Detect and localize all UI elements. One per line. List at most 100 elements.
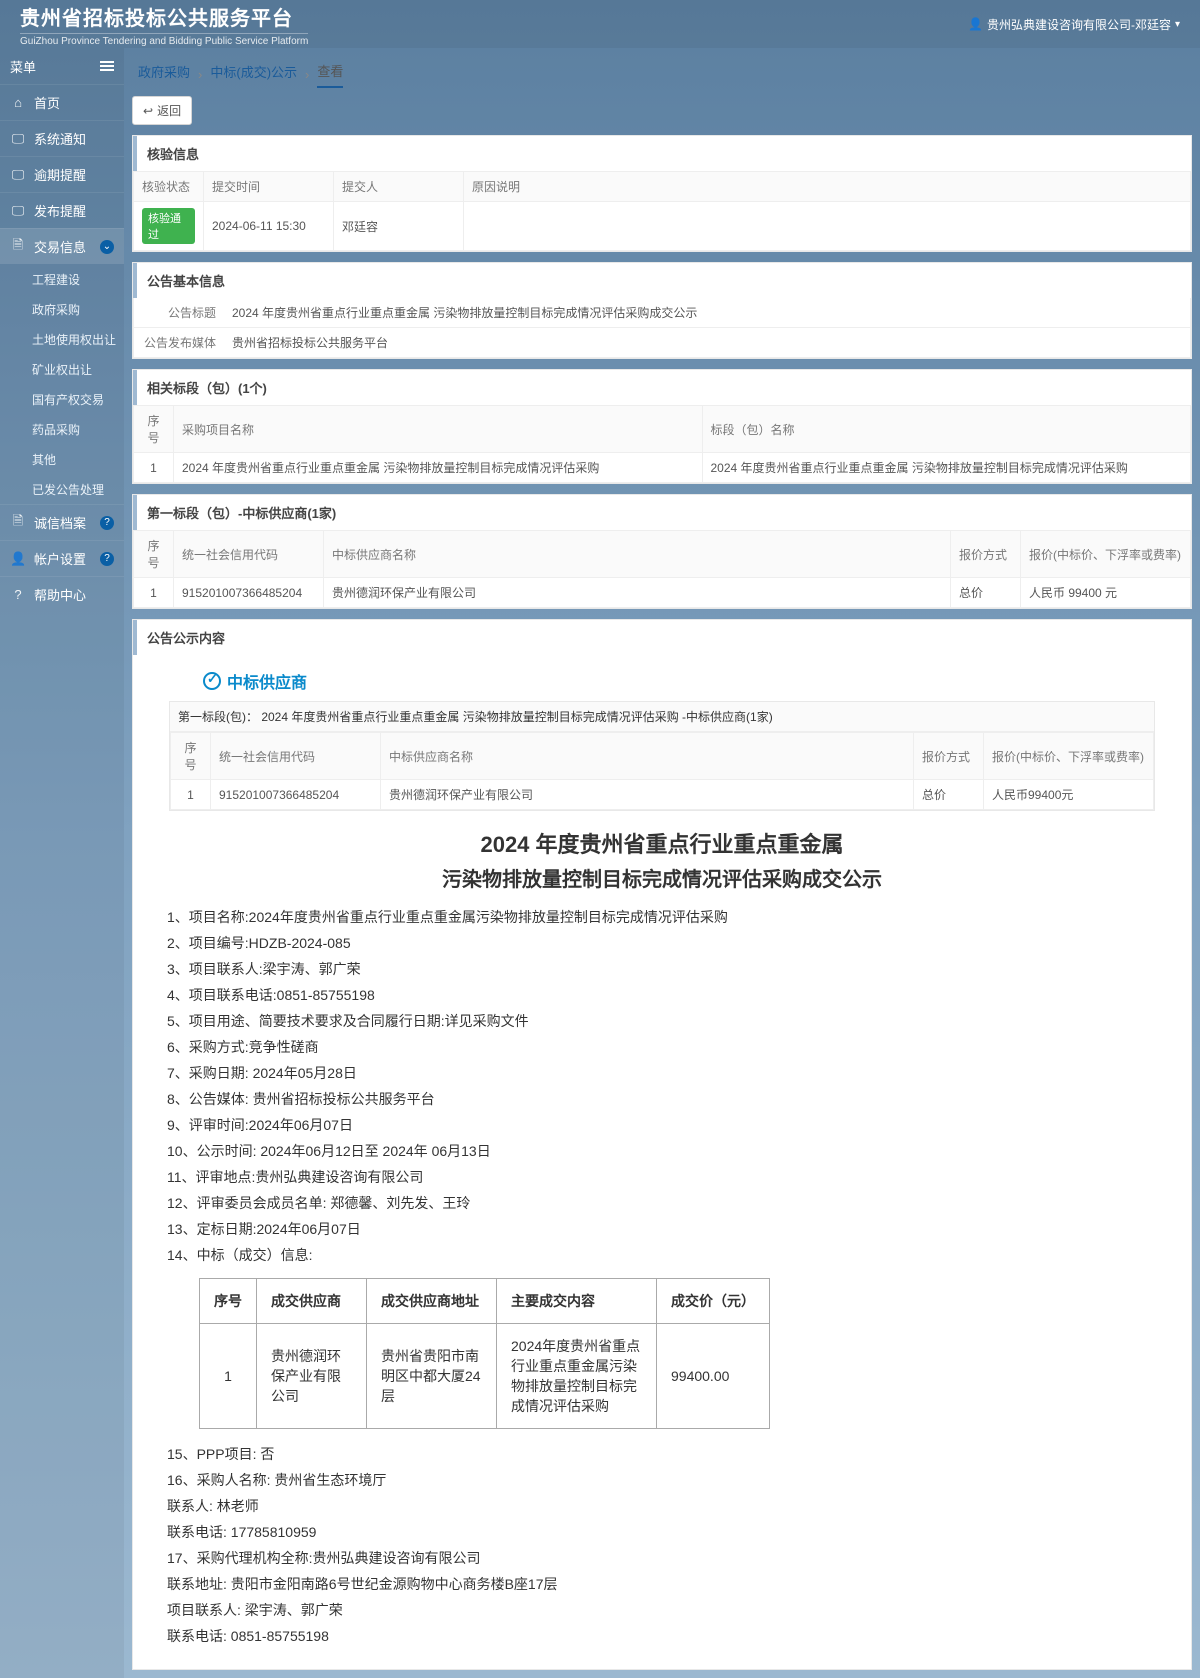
document-title: 2024 年度贵州省重点行业重点重金属 污染物排放量控制目标完成情况评估采购成交… [163,827,1161,892]
back-button[interactable]: ↩ 返回 [132,96,192,125]
supplier-table: 序号 统一社会信用代码 中标供应商名称 报价方式 报价(中标价、下浮率或费率) … [133,530,1191,608]
badge-icon: ? [100,516,114,530]
table-row: 1 2024 年度贵州省重点行业重点重金属 污染物排放量控制目标完成情况评估采购… [134,453,1191,483]
nav-label: 系统通知 [34,129,86,148]
th: 报价(中标价、下浮率或费率) [984,733,1154,780]
sub-mining[interactable]: 矿业权出让 [0,354,124,384]
th: 采购项目名称 [174,406,703,453]
doc-line: 联系地址: 贵阳市金阳南路6号世纪金源购物中心商务楼B座17层 [167,1571,1157,1597]
doc-line: 项目联系人: 梁宇涛、郭广荣 [167,1597,1157,1623]
doc-line: 12、评审委员会成员名单: 郑德馨、刘先发、王玲 [167,1190,1157,1216]
supplier-tag: 中标供应商 [203,669,1161,693]
th: 统一社会信用代码 [174,531,324,578]
doc-line: 6、采购方式:竞争性磋商 [167,1034,1157,1060]
th: 标段（包）名称 [702,406,1191,453]
doc-line: 1、项目名称:2024年度贵州省重点行业重点重金属污染物排放量控制目标完成情况评… [167,904,1157,930]
doc-line: 联系人: 林老师 [167,1493,1157,1519]
deal-table: 序号 成交供应商 成交供应商地址 主要成交内容 成交价（元） 1 贵州德润环保产… [199,1278,770,1429]
user-icon: 👤 [10,551,26,567]
monitor-icon: 🖵 [10,203,26,219]
td: 总价 [914,780,984,810]
th: 统一社会信用代码 [211,733,381,780]
verify-panel: 核验信息 核验状态 提交时间 提交人 原因说明 核验通过 2024-06-11 … [132,135,1192,252]
nav-label: 帐户设置 [34,549,86,568]
nav-label: 发布提醒 [34,201,86,220]
td: 贵州德润环保产业有限公司 [381,780,914,810]
status-badge: 核验通过 [142,208,195,244]
breadcrumb: 政府采购› 中标(成交)公示› 查看 [132,56,1192,92]
brand-title: 贵州省招标投标公共服务平台 [20,2,308,31]
th: 核验状态 [134,172,204,202]
th: 提交人 [334,172,464,202]
td: 总价 [951,578,1021,608]
nav-label: 诚信档案 [34,513,86,532]
inner-head: 第一标段(包)： 2024 年度贵州省重点行业重点重金属 污染物排放量控制目标完… [170,702,1154,732]
expand-dot-icon: ⌄ [100,240,114,254]
td: 贵州德润环保产业有限公司 [324,578,951,608]
user-menu[interactable]: 👤 贵州弘典建设咨询有限公司-邓廷容 ▾ [968,16,1180,33]
td: 贵州省贵阳市南明区中都大厦24层 [367,1324,497,1429]
panel-title: 相关标段（包）(1个) [133,370,1191,405]
panel-title: 公告公示内容 [133,620,1191,655]
lot-panel: 相关标段（包）(1个) 序号 采购项目名称 标段（包）名称 1 2024 年度贵… [132,369,1192,484]
th: 报价方式 [951,531,1021,578]
nav-account[interactable]: 👤帐户设置? [0,540,124,576]
th: 报价(中标价、下浮率或费率) [1021,531,1191,578]
back-label: 返回 [157,102,181,119]
help-icon: ? [10,587,26,602]
td: 1 [171,780,211,810]
sub-engineering[interactable]: 工程建设 [0,264,124,294]
th: 报价方式 [914,733,984,780]
nav-overdue[interactable]: 🖵逾期提醒 [0,156,124,192]
nav-notice[interactable]: 🖵系统通知 [0,120,124,156]
user-icon: 👤 [968,17,983,31]
doc-line: 联系电话: 0851-85755198 [167,1623,1157,1649]
back-icon: ↩ [143,104,153,118]
sidebar-header: 菜单 [0,48,124,84]
document-icon: 🗎 [10,512,26,534]
panel-title: 核验信息 [133,136,1191,171]
sub-land[interactable]: 土地使用权出让 [0,324,124,354]
td: 2024 年度贵州省重点行业重点重金属 污染物排放量控制目标完成情况评估采购 [702,453,1191,483]
brand-subtitle: GuiZhou Province Tendering and Bidding P… [20,33,308,47]
doc-line: 2、项目编号:HDZB-2024-085 [167,930,1157,956]
th: 成交供应商地址 [367,1279,497,1324]
nav-help[interactable]: ?帮助中心 [0,576,124,612]
nav-credit[interactable]: 🗎 诚信档案? [0,504,124,540]
user-name: 贵州弘典建设咨询有限公司-邓廷容 [987,16,1171,33]
sub-published[interactable]: 已发公告处理 [0,474,124,504]
table-header-row: 序号 统一社会信用代码 中标供应商名称 报价方式 报价(中标价、下浮率或费率) [134,531,1191,578]
sub-other[interactable]: 其他 [0,444,124,474]
nav-label: 逾期提醒 [34,165,86,184]
td [464,202,1191,251]
th: 提交时间 [204,172,334,202]
sub-state-asset[interactable]: 国有产权交易 [0,384,124,414]
table-header-row: 序号 采购项目名称 标段（包）名称 [134,406,1191,453]
th: 成交供应商 [257,1279,367,1324]
nav-publish[interactable]: 🖵 发布提醒 [0,192,124,228]
table-header-row: 序号 统一社会信用代码 中标供应商名称 报价方式 报价(中标价、下浮率或费率) [171,733,1154,780]
doc-line: 13、定标日期:2024年06月07日 [167,1216,1157,1242]
chevron-down-icon: ▾ [1175,19,1180,30]
brand: 贵州省招标投标公共服务平台 GuiZhou Province Tendering… [20,2,308,47]
inner-supplier-panel: 第一标段(包)： 2024 年度贵州省重点行业重点重金属 污染物排放量控制目标完… [169,701,1155,811]
sub-drug[interactable]: 药品采购 [0,414,124,444]
th: 成交价（元） [657,1279,770,1324]
menu-toggle-icon[interactable] [100,61,114,71]
td: 1 [200,1324,257,1429]
th: 序号 [134,406,174,453]
crumb-link[interactable]: 政府采购 [138,62,190,87]
doc-line: 15、PPP项目: 否 [167,1441,1157,1467]
td: 邓廷容 [334,202,464,251]
document-icon: 🗎 [10,236,26,258]
sub-gov-procure[interactable]: 政府采购 [0,294,124,324]
nav-trade[interactable]: 🗎 交易信息 ⌄ [0,228,124,264]
document-body-2: 15、PPP项目: 否16、采购人名称: 贵州省生态环境厅联系人: 林老师联系电… [167,1441,1157,1649]
inner-supplier-table: 序号 统一社会信用代码 中标供应商名称 报价方式 报价(中标价、下浮率或费率) … [170,732,1154,810]
base-panel: 公告基本信息 公告标题2024 年度贵州省重点行业重点重金属 污染物排放量控制目… [132,262,1192,359]
nav-label: 交易信息 [34,237,86,256]
doc-line: 4、项目联系电话:0851-85755198 [167,982,1157,1008]
td: 99400.00 [657,1324,770,1429]
nav-home[interactable]: ⌂首页 [0,84,124,120]
crumb-link[interactable]: 中标(成交)公示 [210,62,297,87]
